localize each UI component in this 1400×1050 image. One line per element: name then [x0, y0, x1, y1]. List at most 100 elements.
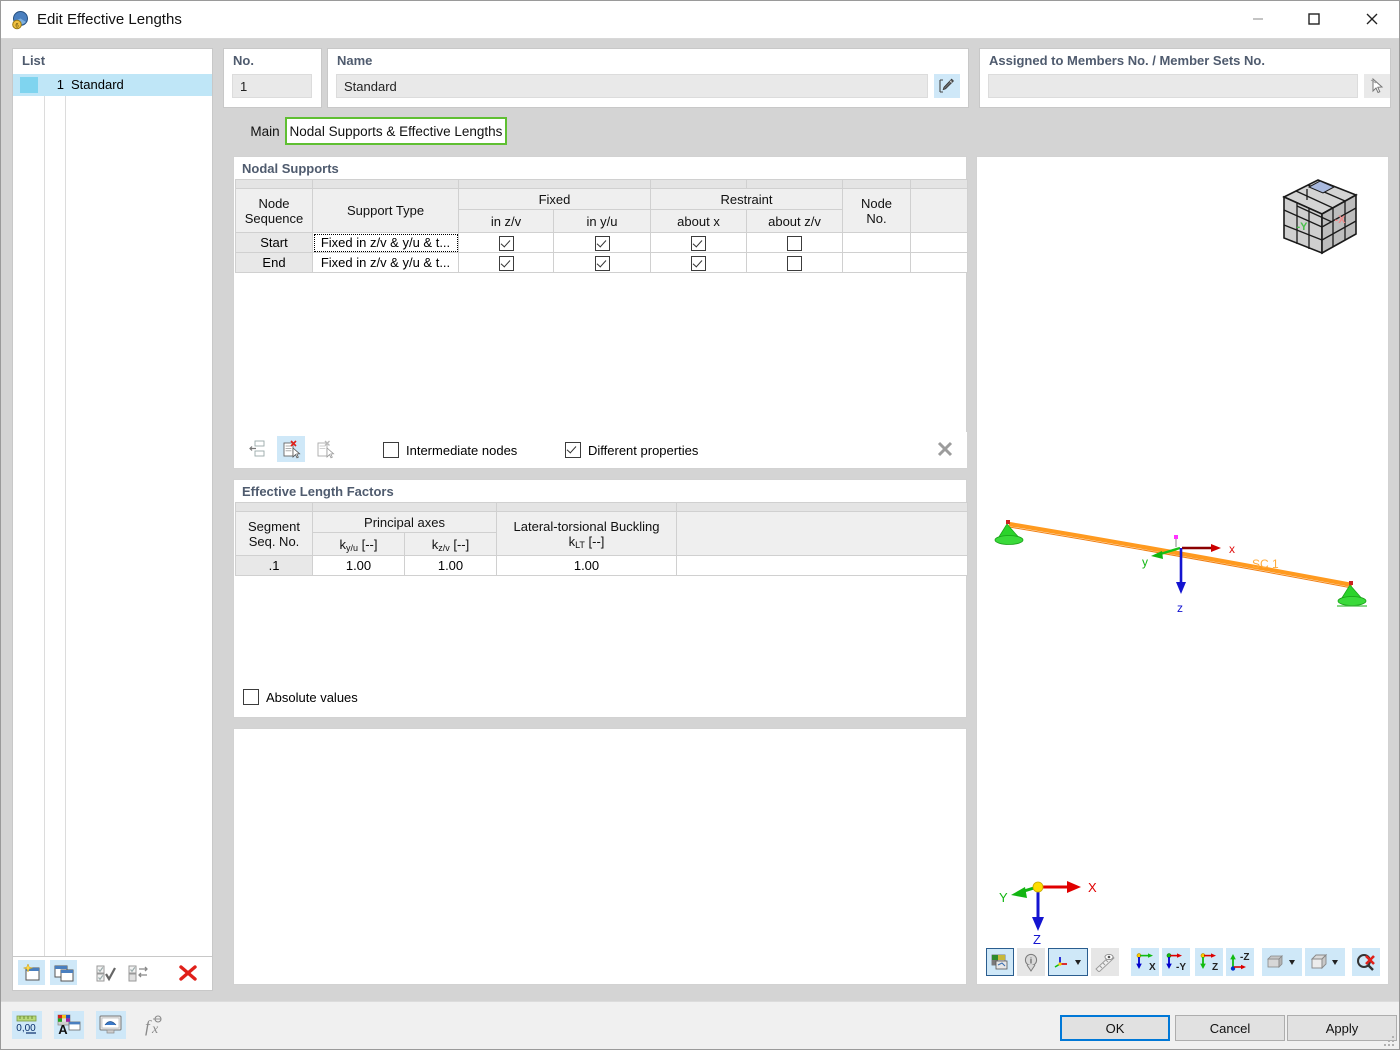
name-input[interactable]: Standard	[336, 74, 928, 98]
effective-length-factors-title: Effective Length Factors	[242, 484, 394, 499]
assigned-members-input[interactable]	[988, 74, 1358, 98]
global-axis-triad: X Y Z	[991, 865, 1111, 945]
dialog-icon: 6	[11, 10, 31, 30]
edit-row-button[interactable]	[311, 436, 339, 462]
bottom-bar: 0,00 A f	[1, 1001, 1399, 1050]
apply-button[interactable]: Apply	[1287, 1015, 1397, 1041]
navigation-cube[interactable]: -Y -X	[1270, 170, 1370, 262]
select-all-button[interactable]	[92, 960, 119, 985]
axis-x-label: x	[1229, 542, 1235, 556]
checkbox-restraint-about-zv[interactable]	[787, 236, 802, 251]
row-node-no[interactable]	[843, 253, 911, 273]
checkbox-box[interactable]	[243, 689, 259, 705]
row-restraint-about-zv[interactable]	[747, 233, 843, 253]
checkbox-box[interactable]	[565, 442, 581, 458]
table-top-strip	[236, 180, 968, 189]
header-restraint-group: Restraint	[651, 189, 843, 210]
model-viewport[interactable]: -Y -X	[976, 156, 1389, 985]
row-spacer	[911, 253, 968, 273]
checkbox-fixed-zv[interactable]	[499, 236, 514, 251]
row-restraint-about-zv[interactable]	[747, 253, 843, 273]
row-fixed-zv[interactable]	[459, 253, 554, 273]
view-in-x-icon[interactable]: X	[1131, 948, 1159, 976]
checkbox-restraint-about-x[interactable]	[691, 256, 706, 271]
delete-row-button[interactable]	[277, 436, 305, 462]
minimize-button[interactable]	[1235, 1, 1281, 37]
delete-item-button[interactable]	[174, 960, 201, 985]
header-fixed-yu: in y/u	[554, 210, 651, 233]
ruler-eye-icon[interactable]	[1091, 948, 1119, 976]
maximize-button[interactable]	[1291, 1, 1337, 37]
view-in-neg-y-icon[interactable]: -Y	[1162, 948, 1190, 976]
pencil-edit-icon[interactable]	[934, 74, 960, 98]
tab-main-label: Main	[250, 124, 279, 139]
layers-icon[interactable]	[1262, 948, 1302, 976]
axes-icon[interactable]	[1048, 948, 1088, 976]
row-kz[interactable]: 1.00	[405, 556, 497, 576]
header-node-sequence: Node Sequence	[236, 189, 313, 233]
clear-x-icon[interactable]	[931, 436, 959, 462]
row-fixed-yu[interactable]	[554, 233, 651, 253]
checkbox-fixed-yu[interactable]	[595, 236, 610, 251]
table-row[interactable]: End Fixed in z/v & y/u & t...	[236, 253, 968, 273]
view-in-neg-z-icon[interactable]: -Z	[1226, 948, 1254, 976]
header-ky: ky/u [--]	[313, 533, 405, 556]
checkbox-restraint-about-x[interactable]	[691, 236, 706, 251]
absolute-values-checkbox[interactable]: Absolute values	[243, 689, 358, 705]
row-fixed-zv[interactable]	[459, 233, 554, 253]
row-spacer	[911, 233, 968, 253]
chevron-down-icon	[1075, 960, 1081, 965]
close-button[interactable]	[1349, 1, 1395, 37]
intermediate-nodes-checkbox[interactable]: Intermediate nodes	[383, 442, 517, 458]
render-shading-icon[interactable]	[986, 948, 1014, 976]
different-properties-checkbox[interactable]: Different properties	[565, 442, 698, 458]
monitor-icon[interactable]	[96, 1011, 126, 1039]
header-support-type: Support Type	[313, 189, 459, 233]
effective-length-factors-table[interactable]: Segment Seq. No. Principal axes Lateral-…	[235, 502, 968, 576]
new-item-button[interactable]	[18, 960, 45, 985]
ok-button[interactable]: OK	[1060, 1015, 1170, 1041]
row-klt[interactable]: 1.00	[497, 556, 677, 576]
info-balloon-icon[interactable]: i	[1017, 948, 1045, 976]
tab-nodal-supports[interactable]: Nodal Supports & Effective Lengths	[285, 117, 507, 145]
header-restraint-about-zv: about z/v	[747, 210, 843, 233]
cancel-button-label: Cancel	[1210, 1021, 1250, 1036]
cube-icon[interactable]	[1305, 948, 1345, 976]
list-item[interactable]: 1 Standard	[13, 74, 212, 96]
number-input[interactable]: 1	[232, 74, 312, 98]
table-row[interactable]: .1 1.00 1.00 1.00	[236, 556, 968, 576]
decimal-0-00-icon[interactable]: 0,00	[12, 1011, 42, 1039]
row-support-type[interactable]: Fixed in z/v & y/u & t...	[313, 233, 459, 253]
cancel-button[interactable]: Cancel	[1175, 1015, 1285, 1041]
copy-item-button[interactable]	[50, 960, 77, 985]
triad-x-label: X	[1088, 880, 1097, 895]
table-header-group-row: Node Sequence Support Type Fixed Restrai…	[236, 189, 968, 210]
invert-selection-button[interactable]	[124, 960, 151, 985]
checkbox-box[interactable]	[383, 442, 399, 458]
resize-grip[interactable]	[1383, 1035, 1395, 1047]
checkbox-fixed-yu[interactable]	[595, 256, 610, 271]
table-row[interactable]: Start Fixed in z/v & y/u & t...	[236, 233, 968, 253]
ok-button-label: OK	[1106, 1021, 1125, 1036]
svg-text:A: A	[58, 1022, 68, 1037]
checkbox-restraint-about-zv[interactable]	[787, 256, 802, 271]
list-body[interactable]: 1 Standard	[13, 74, 212, 988]
row-node-no[interactable]	[843, 233, 911, 253]
effective-length-factors-panel: Effective Length Factors Segment Seq. No…	[233, 479, 967, 718]
checkbox-fixed-zv[interactable]	[499, 256, 514, 271]
row-ky[interactable]: 1.00	[313, 556, 405, 576]
row-restraint-about-x[interactable]	[651, 253, 747, 273]
nodal-supports-table[interactable]: Node Sequence Support Type Fixed Restrai…	[235, 179, 968, 273]
insert-row-button[interactable]	[243, 436, 271, 462]
viewport-toolbar: i	[986, 948, 1380, 978]
font-color-icon[interactable]: A	[54, 1011, 84, 1039]
pick-cursor-icon[interactable]	[1364, 74, 1390, 98]
row-support-type[interactable]: Fixed in z/v & y/u & t...	[313, 253, 459, 273]
fx-icon[interactable]: f x	[138, 1011, 168, 1039]
row-fixed-yu[interactable]	[554, 253, 651, 273]
window-title: Edit Effective Lengths	[37, 11, 182, 28]
view-in-z-icon[interactable]: Z	[1195, 948, 1223, 976]
zoom-reset-icon[interactable]	[1352, 948, 1380, 976]
row-restraint-about-x[interactable]	[651, 233, 747, 253]
assigned-members-group: Assigned to Members No. / Member Sets No…	[979, 48, 1391, 108]
